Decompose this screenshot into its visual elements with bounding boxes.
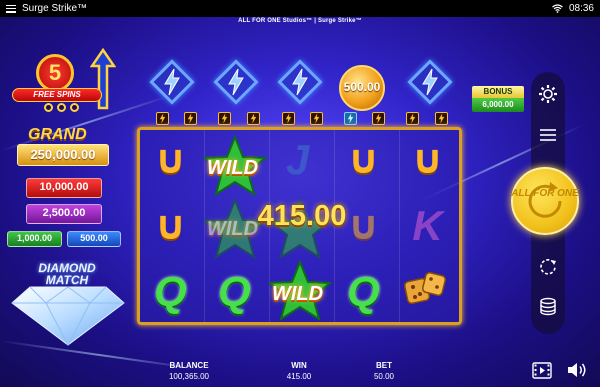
mini-lightning-icon [435, 112, 448, 125]
balance-label: BALANCE [169, 361, 209, 370]
clock: 08:36 [568, 3, 594, 14]
coin-stack-icon[interactable] [538, 296, 558, 316]
diamond-icon [11, 286, 125, 347]
lightning-icon [164, 68, 180, 96]
window-title: Surge Strike™ [22, 3, 88, 14]
bet-value: 50.00 [373, 372, 395, 381]
lightning-icon [422, 68, 438, 96]
free-spins-progress [44, 103, 79, 112]
mini-lightning-icon [406, 112, 419, 125]
lightning-icon [292, 68, 308, 96]
horseshoe-symbol: ∪ [154, 137, 187, 183]
video-play-icon[interactable] [532, 362, 552, 379]
spin-arrow-icon [528, 182, 562, 218]
mini-jackpot-value: 1,000.00 [7, 231, 62, 247]
status-bar: Surge Strike™ 08:36 [0, 0, 600, 17]
coin-value: 500.00 [343, 80, 381, 94]
mini-lightning-icon [156, 112, 169, 125]
lightning-tile [407, 59, 453, 105]
menu-icon[interactable] [538, 125, 558, 145]
diamond-match-title: DIAMOND MATCH [38, 261, 96, 287]
lightning-tile [213, 59, 259, 105]
free-spins-label: FREE SPINS [12, 88, 102, 102]
win-amount-overlay: 415.00 [257, 200, 347, 232]
wild-label: WILD [207, 157, 259, 179]
sound-icon[interactable] [566, 361, 588, 379]
lightning-icon [228, 68, 244, 96]
horseshoe-symbol: ∪ [154, 203, 187, 249]
win-label: WIN [291, 361, 307, 370]
bet-label: BET [376, 361, 392, 370]
mini-lightning-icon [372, 112, 385, 125]
balance-value: 100,365.00 [168, 372, 210, 381]
studio-label: ALL FOR ONE Studios™ | Surge Strike™ [238, 18, 362, 24]
grand-jackpot-value: 250,000.00 [17, 144, 109, 166]
bonus-value: 6,000.00 [472, 98, 524, 112]
wild-label: WILD [272, 283, 324, 305]
mini-lightning-icon [184, 112, 197, 125]
j-symbol: J [285, 136, 310, 183]
major-jackpot-value: 10,000.00 [26, 178, 102, 198]
horseshoe-symbol: ∪ [411, 137, 444, 183]
k-symbol: K [412, 202, 443, 249]
mini-lightning-icon [247, 112, 260, 125]
mini-lightning-icon [310, 112, 323, 125]
q-symbol: Q [218, 268, 251, 315]
settings-gear-icon[interactable] [538, 84, 558, 104]
mini-lightning-icon-active [344, 112, 357, 125]
q-symbol: Q [154, 268, 187, 315]
dice-icon [403, 271, 447, 305]
spin-button-label: ALL FOR ONE [511, 188, 579, 199]
lightning-tile [277, 59, 323, 105]
grand-jackpot-title: GRAND [28, 126, 87, 143]
q-symbol: Q [347, 268, 380, 315]
autoplay-icon[interactable] [538, 256, 558, 276]
lightning-tile [149, 59, 195, 105]
mini-lightning-icon [218, 112, 231, 125]
mini2-jackpot-value: 500.00 [67, 231, 121, 247]
multiplier-tile-row [144, 59, 466, 105]
minor-jackpot-value: 2,500.00 [26, 204, 102, 224]
win-value: 415.00 [286, 372, 312, 381]
horseshoe-symbol: ∪ [347, 137, 380, 183]
free-spins-count: 5 [36, 54, 74, 92]
wifi-icon [552, 4, 563, 13]
bonus-label: BONUS [472, 86, 524, 98]
menu-icon[interactable] [6, 4, 16, 13]
mini-lightning-icon [282, 112, 295, 125]
